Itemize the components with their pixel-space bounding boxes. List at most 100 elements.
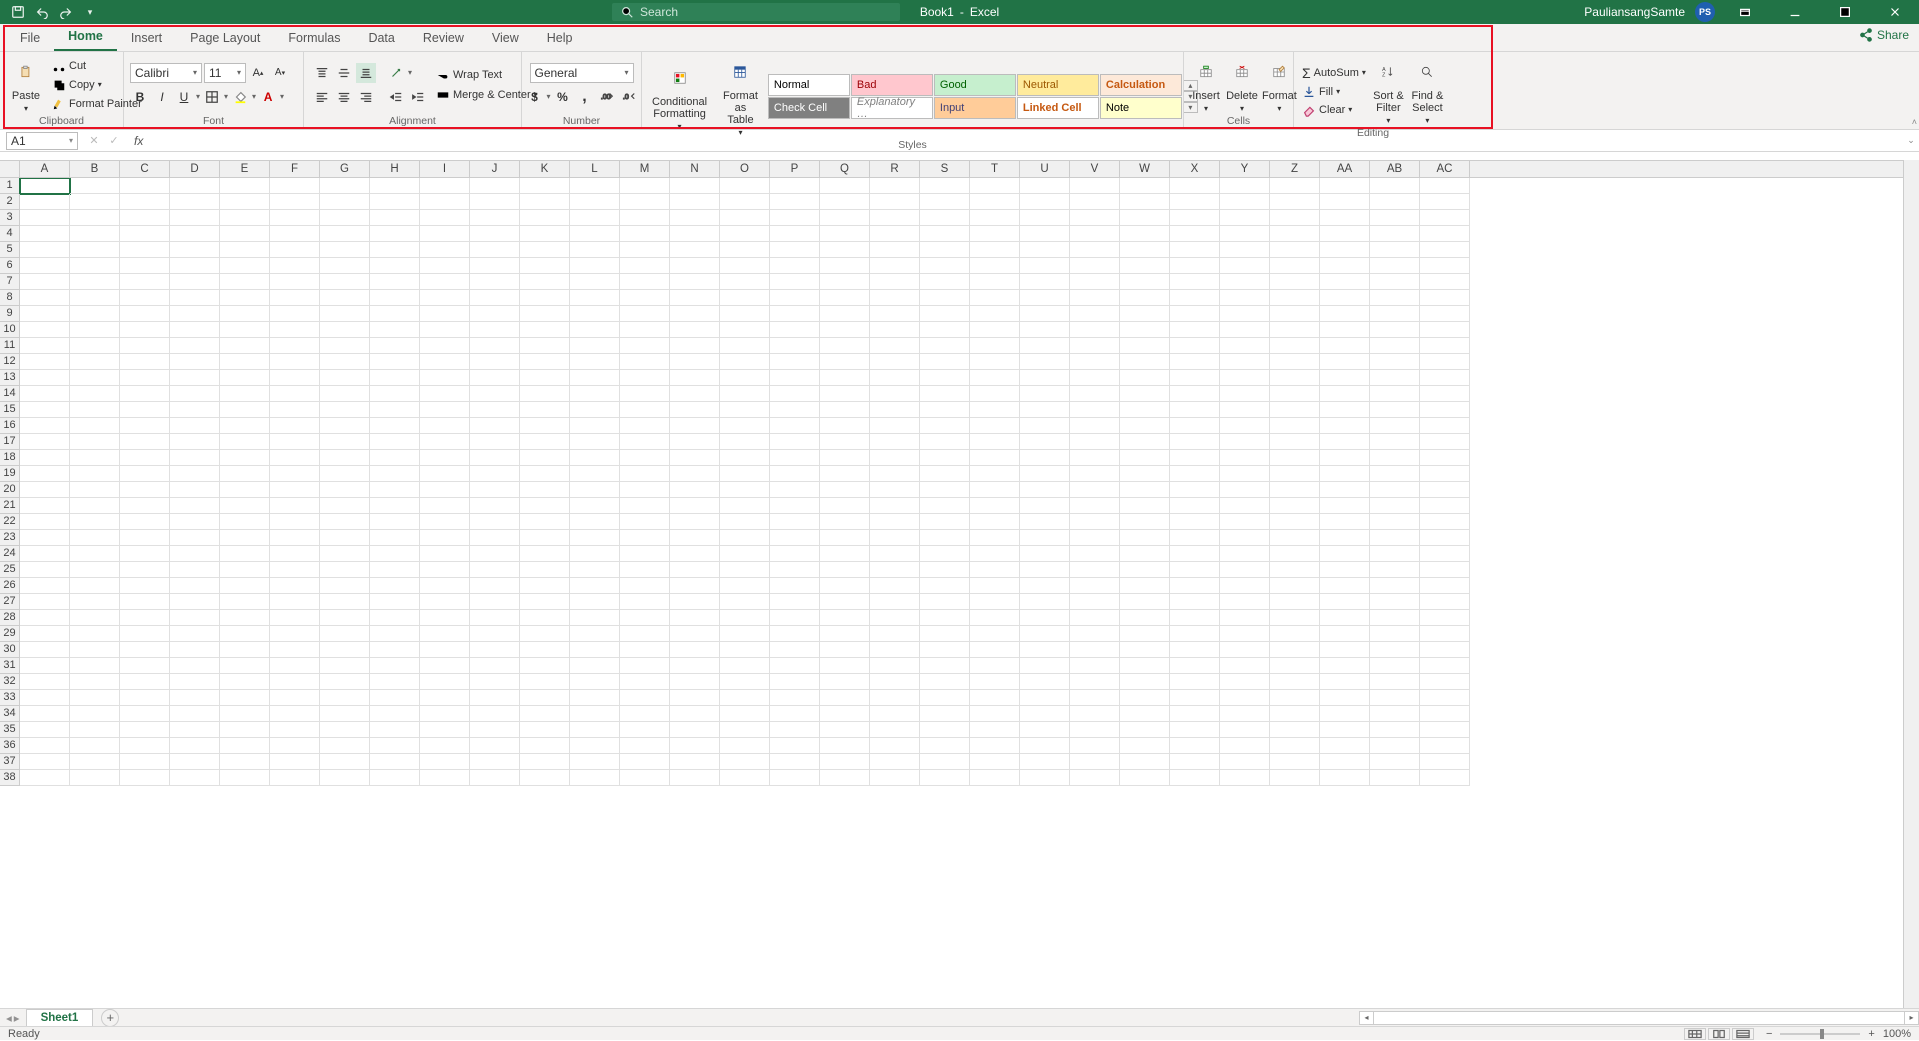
cell[interactable] bbox=[1320, 578, 1370, 594]
cell[interactable] bbox=[770, 738, 820, 754]
cell[interactable] bbox=[720, 210, 770, 226]
cell[interactable] bbox=[520, 434, 570, 450]
bold-button[interactable]: B bbox=[130, 87, 150, 107]
cell[interactable] bbox=[320, 194, 370, 210]
cell[interactable] bbox=[1170, 594, 1220, 610]
cell[interactable] bbox=[920, 626, 970, 642]
cell[interactable] bbox=[770, 722, 820, 738]
cell[interactable] bbox=[420, 530, 470, 546]
cell[interactable] bbox=[370, 482, 420, 498]
cell[interactable] bbox=[420, 386, 470, 402]
cell[interactable] bbox=[570, 290, 620, 306]
undo-icon[interactable] bbox=[32, 2, 52, 22]
cell[interactable] bbox=[720, 338, 770, 354]
cell[interactable] bbox=[770, 402, 820, 418]
cell[interactable] bbox=[120, 658, 170, 674]
cell[interactable] bbox=[470, 770, 520, 786]
cell[interactable] bbox=[1220, 338, 1270, 354]
cell[interactable] bbox=[1120, 210, 1170, 226]
cell[interactable] bbox=[1120, 706, 1170, 722]
cell[interactable] bbox=[1020, 338, 1070, 354]
cell[interactable] bbox=[1370, 530, 1420, 546]
cell[interactable] bbox=[270, 178, 320, 194]
cell[interactable] bbox=[120, 418, 170, 434]
cell[interactable] bbox=[970, 450, 1020, 466]
cell[interactable] bbox=[1420, 226, 1470, 242]
cell[interactable] bbox=[670, 754, 720, 770]
col-header[interactable]: E bbox=[220, 161, 270, 177]
cell[interactable] bbox=[1220, 546, 1270, 562]
cell[interactable] bbox=[620, 338, 670, 354]
cell[interactable] bbox=[20, 386, 70, 402]
cell[interactable] bbox=[1070, 354, 1120, 370]
cell[interactable] bbox=[20, 258, 70, 274]
cell[interactable] bbox=[520, 242, 570, 258]
cell[interactable] bbox=[870, 450, 920, 466]
cell[interactable] bbox=[1220, 178, 1270, 194]
cell[interactable] bbox=[870, 402, 920, 418]
cell[interactable] bbox=[970, 418, 1020, 434]
cell[interactable] bbox=[1220, 674, 1270, 690]
cell[interactable] bbox=[320, 498, 370, 514]
cell[interactable] bbox=[420, 242, 470, 258]
cell[interactable] bbox=[620, 418, 670, 434]
cell[interactable] bbox=[1120, 450, 1170, 466]
cell[interactable] bbox=[270, 482, 320, 498]
cell[interactable] bbox=[1320, 690, 1370, 706]
cell[interactable] bbox=[920, 610, 970, 626]
cell[interactable] bbox=[770, 626, 820, 642]
cell[interactable] bbox=[520, 562, 570, 578]
cells-area[interactable]: 1234567891011121314151617181920212223242… bbox=[0, 178, 1903, 1010]
cell[interactable] bbox=[20, 722, 70, 738]
cell[interactable] bbox=[920, 594, 970, 610]
cell[interactable] bbox=[970, 322, 1020, 338]
cell[interactable] bbox=[470, 402, 520, 418]
cell[interactable] bbox=[1220, 658, 1270, 674]
cell[interactable] bbox=[820, 226, 870, 242]
cell[interactable] bbox=[770, 658, 820, 674]
cell[interactable] bbox=[1270, 370, 1320, 386]
cell[interactable] bbox=[120, 578, 170, 594]
cell[interactable] bbox=[1420, 338, 1470, 354]
cell[interactable] bbox=[1020, 738, 1070, 754]
cell[interactable] bbox=[170, 418, 220, 434]
cell[interactable] bbox=[220, 450, 270, 466]
cell[interactable] bbox=[1420, 434, 1470, 450]
cell[interactable] bbox=[570, 354, 620, 370]
cell[interactable] bbox=[570, 178, 620, 194]
cell[interactable] bbox=[970, 402, 1020, 418]
cell[interactable] bbox=[370, 338, 420, 354]
cell[interactable] bbox=[370, 434, 420, 450]
tab-review[interactable]: Review bbox=[409, 25, 478, 51]
cell[interactable] bbox=[770, 674, 820, 690]
cell[interactable] bbox=[120, 194, 170, 210]
cell[interactable] bbox=[770, 338, 820, 354]
cell[interactable] bbox=[720, 386, 770, 402]
cell[interactable] bbox=[1020, 674, 1070, 690]
cell[interactable] bbox=[1170, 258, 1220, 274]
cell[interactable] bbox=[1120, 306, 1170, 322]
cell[interactable] bbox=[220, 626, 270, 642]
cell[interactable] bbox=[320, 578, 370, 594]
cell[interactable] bbox=[270, 402, 320, 418]
cell[interactable] bbox=[820, 178, 870, 194]
cell[interactable] bbox=[1020, 690, 1070, 706]
cell[interactable] bbox=[870, 258, 920, 274]
cell[interactable] bbox=[870, 466, 920, 482]
cell[interactable] bbox=[270, 498, 320, 514]
cell[interactable] bbox=[120, 354, 170, 370]
cell[interactable] bbox=[320, 722, 370, 738]
cell[interactable] bbox=[1370, 322, 1420, 338]
cell[interactable] bbox=[820, 754, 870, 770]
cell[interactable] bbox=[1070, 274, 1120, 290]
cell[interactable] bbox=[520, 674, 570, 690]
cell[interactable] bbox=[1170, 738, 1220, 754]
minimize-icon[interactable] bbox=[1775, 0, 1815, 24]
cell[interactable] bbox=[70, 450, 120, 466]
cell[interactable] bbox=[1270, 450, 1320, 466]
cell[interactable] bbox=[1270, 178, 1320, 194]
column-headers[interactable]: ABCDEFGHIJKLMNOPQRSTUVWXYZAAABAC bbox=[0, 160, 1903, 178]
cell[interactable] bbox=[1420, 290, 1470, 306]
cell[interactable] bbox=[1370, 418, 1420, 434]
cell[interactable] bbox=[470, 562, 520, 578]
